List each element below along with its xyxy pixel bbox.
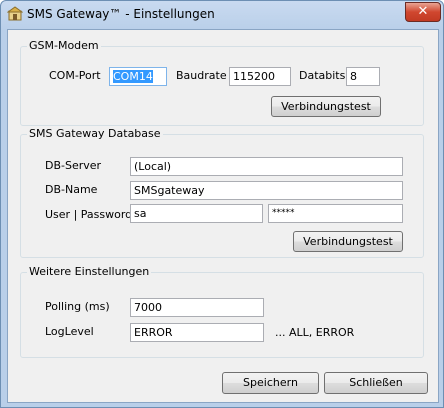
user-password-label: User | Password [45, 208, 133, 221]
comport-label: COM-Port [49, 69, 101, 82]
close-button[interactable]: Schließen [324, 372, 428, 394]
comport-input[interactable]: COM14 [109, 67, 167, 86]
db-name-input[interactable]: SMSgateway [130, 181, 403, 200]
dialog-body: GSM-Modem COM-Port COM14 Baudrate 115200… [7, 29, 439, 403]
db-name-label: DB-Name [45, 183, 98, 196]
baudrate-label: Baudrate [176, 69, 227, 82]
polling-input[interactable]: 7000 [130, 298, 264, 317]
databits-label: Databits [299, 69, 346, 82]
close-window-button[interactable]: ✕ [405, 2, 441, 22]
database-legend: SMS Gateway Database [27, 127, 163, 140]
db-server-label: DB-Server [45, 159, 102, 172]
loglevel-label: LogLevel [45, 325, 94, 338]
db-server-input[interactable]: (Local) [130, 157, 403, 176]
other-settings-group: Weitere Einstellungen Polling (ms) 7000 … [20, 265, 424, 358]
window-title: SMS Gateway™ - Einstellungen [27, 7, 215, 21]
gsm-modem-legend: GSM-Modem [27, 39, 101, 52]
polling-label: Polling (ms) [45, 300, 110, 313]
settings-window: SMS Gateway™ - Einstellungen ✕ GSM-Modem… [0, 0, 444, 408]
save-button[interactable]: Speichern [222, 372, 319, 394]
baudrate-input[interactable]: 115200 [229, 67, 291, 86]
db-password-input[interactable]: ***** [268, 204, 403, 223]
title-bar[interactable]: SMS Gateway™ - Einstellungen ✕ [1, 1, 443, 27]
databits-input[interactable]: 8 [346, 67, 380, 86]
gsm-modem-group: GSM-Modem COM-Port COM14 Baudrate 115200… [20, 39, 424, 126]
loglevel-hint: ... ALL, ERROR [275, 326, 355, 339]
loglevel-input[interactable]: ERROR [130, 323, 264, 342]
database-group: SMS Gateway Database DB-Server (Local) D… [20, 127, 424, 258]
other-settings-legend: Weitere Einstellungen [27, 265, 152, 278]
db-user-input[interactable]: sa [130, 204, 263, 223]
app-icon [7, 6, 23, 21]
db-connection-test-button[interactable]: Verbindungstest [293, 231, 403, 252]
comport-value: COM14 [113, 70, 153, 83]
gsm-connection-test-button[interactable]: Verbindungstest [271, 96, 381, 117]
